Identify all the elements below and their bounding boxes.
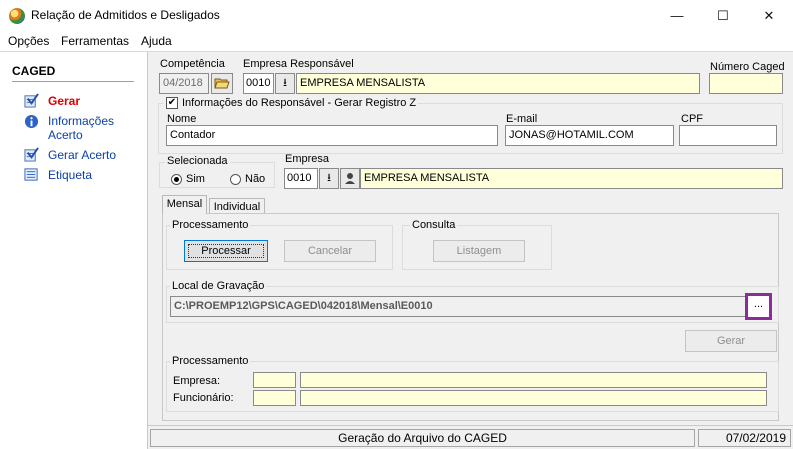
responsavel-checkbox-label: Informações do Responsável - Gerar Regis… xyxy=(182,97,417,109)
empresa-status-name xyxy=(300,372,767,388)
processar-button-label: Processar xyxy=(188,244,264,258)
close-button[interactable]: ✕ xyxy=(746,0,792,31)
status-bar: Geração do Arquivo do CAGED 07/02/2019 xyxy=(148,425,793,449)
maximize-button[interactable]: ☐ xyxy=(700,0,746,31)
radio-nao-label: Não xyxy=(245,173,266,185)
processar-button[interactable]: Processar xyxy=(184,240,268,262)
processamento-title: Processamento xyxy=(170,219,251,231)
empresa-responsavel-code[interactable]: 0010 xyxy=(243,73,274,94)
tab-individual[interactable]: Individual xyxy=(209,198,265,214)
gerar-button[interactable]: Gerar xyxy=(685,330,777,352)
sidebar-item-label: Etiqueta xyxy=(48,168,93,182)
label-icon xyxy=(24,168,38,181)
empresa-status-code xyxy=(253,372,296,388)
cancelar-button[interactable]: Cancelar xyxy=(284,240,376,262)
window-title: Relação de Admitidos e Desligados xyxy=(31,8,220,22)
nome-field[interactable]: Contador xyxy=(166,125,498,146)
tab-mensal[interactable]: Mensal xyxy=(162,195,207,214)
sidebar: CAGED Gerar Informações Acerto Gerar Ace… xyxy=(0,52,148,449)
person-search-icon xyxy=(345,173,355,184)
sidebar-divider xyxy=(12,81,134,82)
empresa-label: Empresa xyxy=(285,153,330,165)
sidebar-title: CAGED xyxy=(12,64,56,78)
checklist-icon xyxy=(24,147,39,162)
radio-sim[interactable] xyxy=(171,174,182,185)
funcionario-status-code xyxy=(253,390,296,406)
empresa-name: EMPRESA MENSALISTA xyxy=(360,168,783,189)
menu-bar: Opções Ferramentas Ajuda xyxy=(0,31,793,51)
empresa-responsavel-name: EMPRESA MENSALISTA xyxy=(296,73,700,94)
open-folder-button[interactable] xyxy=(211,73,233,94)
empresa-responsavel-lookup-button[interactable]: ⭳ xyxy=(275,73,295,94)
empresa-search-button[interactable] xyxy=(340,168,360,189)
browse-path-label: ... xyxy=(753,298,764,310)
minimize-button[interactable]: — xyxy=(654,0,700,31)
sidebar-item-label: Gerar xyxy=(48,94,81,108)
sidebar-item-gerar[interactable]: Gerar xyxy=(24,93,134,111)
sidebar-item-label: Informações Acerto xyxy=(48,114,115,142)
local-gravacao-title: Local de Gravação xyxy=(170,280,267,292)
funcionario-status-name xyxy=(300,390,767,406)
numero-caged-label: Número Caged xyxy=(710,61,785,73)
radio-sim-label: Sim xyxy=(186,173,205,185)
folder-icon xyxy=(214,78,230,89)
sidebar-item-gerar-acerto[interactable]: Gerar Acerto xyxy=(24,147,134,165)
sidebar-item-etiqueta[interactable]: Etiqueta xyxy=(24,167,134,185)
competencia-label: Competência xyxy=(160,58,225,70)
processamento-status-title: Processamento xyxy=(170,355,251,367)
responsavel-checkbox[interactable]: ✔ xyxy=(166,97,178,109)
empresa-responsavel-label: Empresa Responsável xyxy=(243,58,354,70)
local-gravacao-path[interactable]: C:\PROEMP12\GPS\CAGED\042018\Mensal\E001… xyxy=(170,296,746,317)
sidebar-item-label: Gerar Acerto xyxy=(48,148,117,162)
sidebar-item-informacoes-acerto[interactable]: Informações Acerto xyxy=(24,113,134,145)
empresa-status-label: Empresa: xyxy=(173,375,221,387)
browse-path-button[interactable]: ... xyxy=(745,293,772,320)
empresa-lookup-button[interactable]: ⭳ xyxy=(319,168,339,189)
nome-label: Nome xyxy=(167,113,197,125)
status-date: 07/02/2019 xyxy=(698,429,791,447)
empresa-code[interactable]: 0010 xyxy=(284,168,318,189)
checklist-icon xyxy=(24,93,39,108)
funcionario-status-label: Funcionário: xyxy=(173,392,234,404)
menu-opcoes[interactable]: Opções xyxy=(8,34,49,48)
app-icon xyxy=(9,8,25,24)
title-bar: Relação de Admitidos e Desligados — ☐ ✕ xyxy=(0,0,793,31)
cpf-field[interactable] xyxy=(679,125,777,146)
info-icon xyxy=(24,114,39,129)
download-arrow-icon: ⭳ xyxy=(327,172,331,184)
download-arrow-icon: ⭳ xyxy=(283,77,287,89)
listagem-button[interactable]: Listagem xyxy=(433,240,525,262)
menu-ferramentas[interactable]: Ferramentas xyxy=(61,34,129,48)
cpf-label: CPF xyxy=(681,113,703,125)
competencia-field[interactable]: 04/2018 xyxy=(159,73,209,94)
responsavel-group-title: ✔ Informações do Responsável - Gerar Reg… xyxy=(164,97,419,109)
email-field[interactable]: JONAS@HOTAMIL.COM xyxy=(505,125,674,146)
menu-ajuda[interactable]: Ajuda xyxy=(141,34,172,48)
selecionada-label: Selecionada xyxy=(165,155,230,167)
radio-nao[interactable] xyxy=(230,174,241,185)
consulta-title: Consulta xyxy=(410,219,458,231)
email-label: E-mail xyxy=(506,113,538,125)
numero-caged-field[interactable] xyxy=(709,73,783,94)
status-message: Geração do Arquivo do CAGED xyxy=(150,429,695,447)
